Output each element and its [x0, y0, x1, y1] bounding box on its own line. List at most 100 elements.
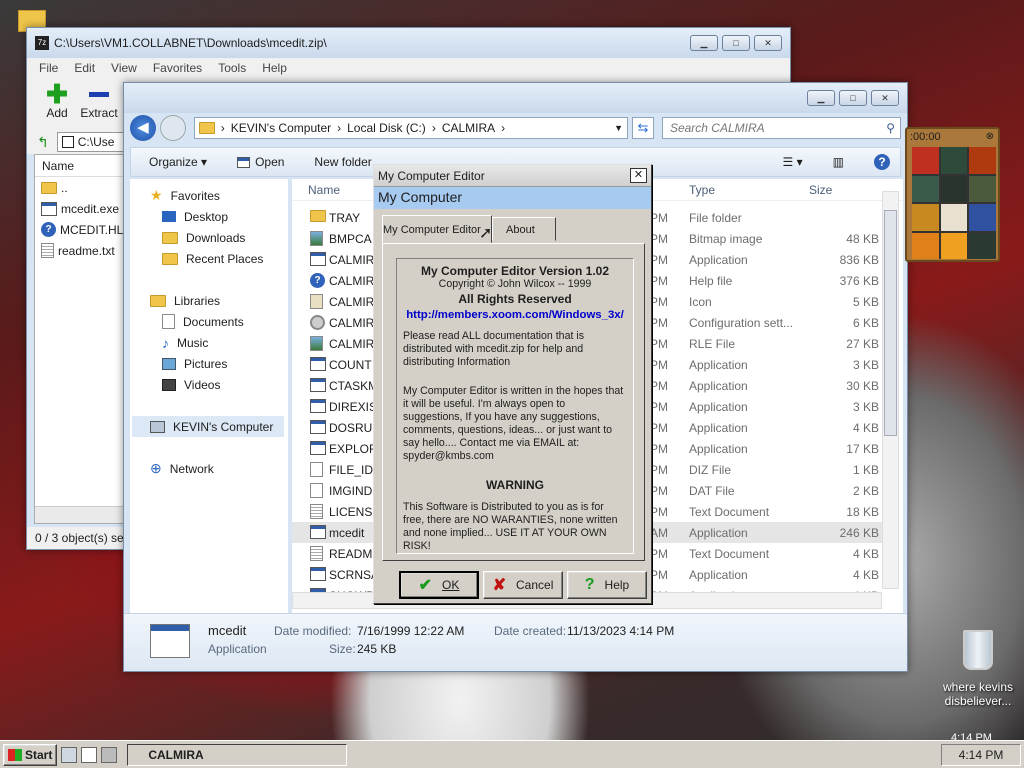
- downloads-folder-icon: [162, 231, 178, 244]
- tab-my-computer-editor[interactable]: My Computer Editor: [382, 215, 492, 243]
- application-icon: [310, 567, 326, 581]
- puzzle-tile[interactable]: [969, 147, 996, 174]
- forward-button[interactable]: [159, 115, 186, 141]
- puzzle-tile[interactable]: [969, 232, 996, 259]
- chevron-right-icon: ›: [501, 121, 506, 135]
- puzzle-tile[interactable]: [940, 232, 968, 259]
- nav-videos[interactable]: Videos: [130, 374, 288, 395]
- tab-about[interactable]: About: [492, 217, 556, 241]
- puzzle-tile[interactable]: [969, 175, 996, 202]
- minimize-button[interactable]: ▁: [690, 35, 718, 51]
- breadcrumb-disk[interactable]: Local Disk (C:): [347, 121, 426, 135]
- quicklaunch-explorer-icon[interactable]: [61, 746, 78, 763]
- cancel-button[interactable]: ✘ Cancel: [483, 571, 563, 599]
- help-button[interactable]: ? Help: [567, 571, 647, 599]
- puzzle-tile[interactable]: [912, 204, 939, 231]
- gadget-close-icon[interactable]: ⊗: [986, 131, 994, 142]
- close-button[interactable]: ✕: [871, 90, 899, 106]
- breadcrumb-computer[interactable]: KEVIN's Computer: [231, 121, 331, 135]
- puzzle-tile[interactable]: [912, 232, 939, 259]
- nav-computer[interactable]: KEVIN's Computer: [132, 416, 284, 437]
- quicklaunch-print-icon[interactable]: [101, 746, 118, 763]
- scroll-thumb[interactable]: [884, 210, 897, 436]
- menu-favorites[interactable]: Favorites: [153, 61, 202, 75]
- dialog-close-button[interactable]: ✕: [630, 168, 647, 183]
- puzzle-tile[interactable]: [969, 204, 996, 231]
- nav-music[interactable]: ♪ Music: [130, 332, 288, 353]
- zip-titlebar[interactable]: 7z C:\Users\VM1.COLLABNET\Downloads\mced…: [27, 28, 790, 58]
- file-name: CALMIR: [329, 337, 375, 351]
- zip-list-item[interactable]: readme.txt: [35, 240, 123, 261]
- ok-button[interactable]: ✔ OK: [399, 571, 479, 599]
- recycle-bin[interactable]: where kevins disbeliever...: [938, 630, 1018, 708]
- puzzle-tile[interactable]: [940, 147, 968, 174]
- help-icon[interactable]: ?: [874, 154, 890, 170]
- preview-pane-icon[interactable]: ▥: [833, 155, 844, 169]
- file-size: 1 KB: [852, 463, 879, 477]
- zip-hscrollbar[interactable]: [35, 506, 123, 523]
- nav-pictures[interactable]: Pictures: [130, 353, 288, 374]
- extract-button[interactable]: Extract: [77, 82, 121, 120]
- organize-button[interactable]: Organize ▾: [149, 155, 207, 169]
- maximize-button[interactable]: □: [722, 35, 750, 51]
- maximize-button[interactable]: □: [839, 90, 867, 106]
- start-button[interactable]: Start: [3, 743, 58, 766]
- up-folder-icon[interactable]: ↰: [37, 134, 49, 151]
- add-button[interactable]: ✚ Add: [37, 81, 77, 120]
- puzzle-gadget[interactable]: :00:00 ⊗: [905, 127, 1000, 262]
- puzzle-board: [912, 147, 996, 259]
- breadcrumb-calmira[interactable]: CALMIRA: [442, 121, 495, 135]
- close-button[interactable]: ✕: [754, 35, 782, 51]
- dialog-titlebar[interactable]: My Computer Editor ✕: [374, 165, 651, 187]
- dialog-buttons: ✔ OK ✘ Cancel ? Help: [399, 571, 649, 599]
- address-dropdown-icon[interactable]: ▼: [614, 123, 623, 133]
- new-folder-button[interactable]: New folder: [314, 155, 371, 169]
- pictures-icon: [162, 357, 176, 370]
- zip-list-item[interactable]: ? MCEDIT.HLP: [35, 219, 131, 240]
- nav-favorites[interactable]: ★ Favorites: [130, 185, 288, 206]
- search-box[interactable]: Search CALMIRA ⚲: [661, 117, 901, 139]
- refresh-button[interactable]: ⇆: [632, 117, 654, 139]
- view-options-button[interactable]: ☰ ▾: [783, 155, 803, 169]
- file-date: AM: [650, 526, 668, 540]
- zip-list-item[interactable]: ..: [35, 177, 123, 198]
- explorer-titlebar[interactable]: ▁ □ ✕: [124, 83, 907, 113]
- puzzle-tile[interactable]: [940, 204, 968, 231]
- nav-libraries[interactable]: Libraries: [130, 290, 288, 311]
- minimize-button[interactable]: ▁: [807, 90, 835, 106]
- name-column-header[interactable]: Name: [35, 155, 123, 177]
- menu-view[interactable]: View: [111, 61, 137, 75]
- file-date: PM: [650, 379, 668, 393]
- puzzle-tile[interactable]: [940, 175, 968, 202]
- file-name: COUNT: [329, 358, 372, 372]
- file-type: Application: [689, 379, 748, 393]
- taskbar-task-calmira[interactable]: CALMIRA: [127, 743, 348, 766]
- column-name[interactable]: Name: [308, 183, 340, 197]
- nav-network[interactable]: ⊕ Network: [130, 458, 288, 479]
- open-button[interactable]: Open: [237, 155, 284, 169]
- chevron-right-icon: ›: [220, 121, 225, 135]
- menu-help[interactable]: Help: [262, 61, 287, 75]
- column-size[interactable]: Size: [809, 183, 832, 197]
- website-link[interactable]: http://members.xoom.com/Windows_3x/: [406, 309, 624, 321]
- minus-icon: [89, 92, 109, 97]
- menu-edit[interactable]: Edit: [74, 61, 95, 75]
- file-date: PM: [650, 421, 668, 435]
- nav-desktop[interactable]: Desktop: [130, 206, 288, 227]
- quicklaunch-edit-icon[interactable]: [81, 746, 98, 763]
- puzzle-tile[interactable]: [912, 147, 939, 174]
- menu-file[interactable]: File: [39, 61, 58, 75]
- menu-tools[interactable]: Tools: [218, 61, 246, 75]
- x-mark-icon: ✘: [492, 577, 507, 594]
- nav-downloads[interactable]: Downloads: [130, 227, 288, 248]
- puzzle-tile[interactable]: [912, 175, 939, 202]
- nav-documents[interactable]: Documents: [130, 311, 288, 332]
- back-button[interactable]: ◀: [130, 115, 156, 141]
- zip-list-item[interactable]: mcedit.exe: [35, 198, 123, 219]
- address-bar[interactable]: › KEVIN's Computer › Local Disk (C:) › C…: [193, 117, 629, 139]
- file-type: Help file: [689, 274, 733, 288]
- vertical-scrollbar[interactable]: [882, 191, 899, 589]
- file-size: 2 KB: [852, 484, 879, 498]
- nav-recent-places[interactable]: Recent Places: [130, 248, 288, 269]
- column-type[interactable]: Type: [689, 183, 715, 197]
